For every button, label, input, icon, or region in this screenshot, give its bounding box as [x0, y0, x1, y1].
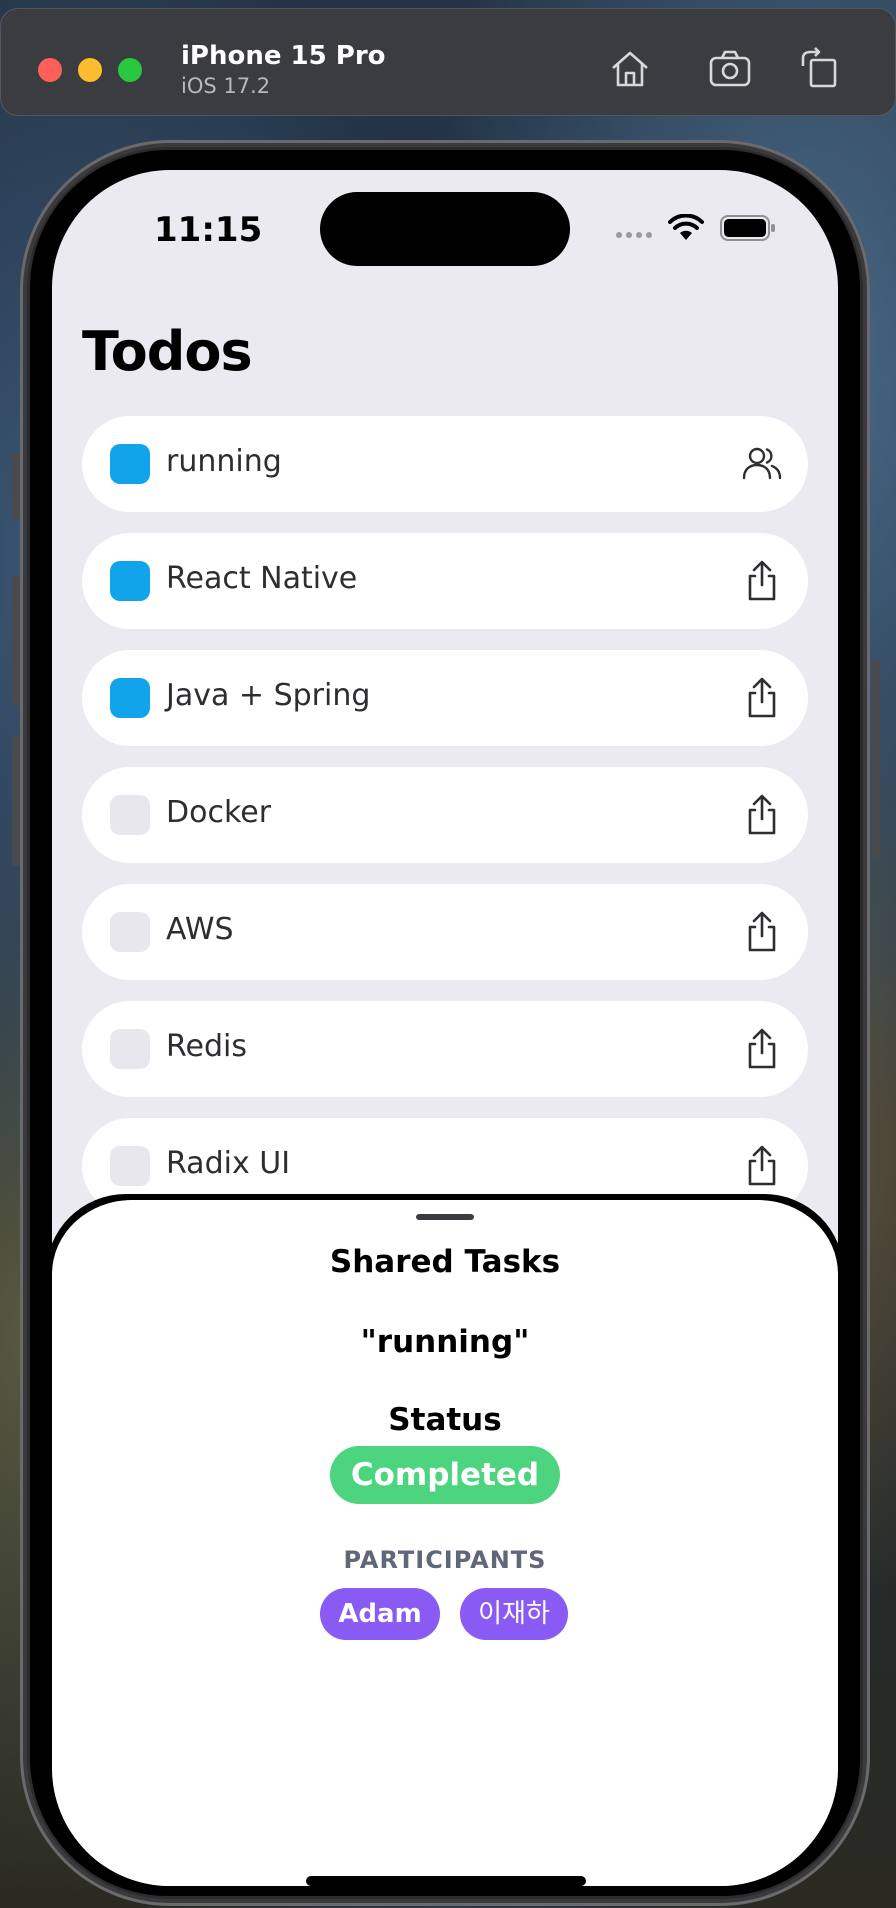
todo-label: running: [166, 444, 282, 479]
page-title: Todos: [82, 320, 253, 383]
todo-label: Redis: [166, 1029, 247, 1064]
share-icon[interactable]: [740, 1144, 784, 1188]
minimize-window-button[interactable]: [78, 58, 102, 82]
share-icon[interactable]: [740, 1027, 784, 1071]
share-icon[interactable]: [740, 559, 784, 603]
status-badge: Completed: [330, 1446, 560, 1504]
zoom-window-button[interactable]: [118, 58, 142, 82]
share-icon[interactable]: [740, 910, 784, 954]
home-indicator[interactable]: [306, 1876, 586, 1886]
power-button: [872, 660, 880, 860]
todo-checkbox[interactable]: [110, 678, 150, 718]
volume-up-button: [12, 576, 20, 706]
todo-list: running React Native Java + Spring Docker AW…: [82, 416, 808, 1235]
action-button: [12, 452, 20, 520]
share-icon[interactable]: [740, 676, 784, 720]
dynamic-island: [320, 192, 570, 266]
todo-checkbox[interactable]: [110, 1146, 150, 1186]
todo-label: React Native: [166, 561, 358, 596]
status-time: 11:15: [154, 210, 263, 250]
shared-tasks-sheet: Shared Tasks "running" Status Completed …: [52, 1194, 838, 1886]
status-label: Status: [388, 1402, 502, 1438]
sheet-task-name: "running": [360, 1324, 530, 1360]
wifi-icon: [668, 214, 704, 240]
todo-row[interactable]: AWS: [82, 884, 808, 980]
todo-row[interactable]: Docker: [82, 767, 808, 863]
device-screen: 11:15 Todos running React Native Java + Sp…: [52, 170, 838, 1886]
rotate-icon[interactable]: [797, 46, 843, 92]
participant-chip: Adam: [320, 1588, 440, 1640]
todo-label: Docker: [166, 795, 272, 830]
todo-row[interactable]: running: [82, 416, 808, 512]
todo-label: Java + Spring: [166, 678, 371, 713]
screenshot-icon[interactable]: [707, 46, 753, 92]
share-icon[interactable]: [740, 793, 784, 837]
todo-row[interactable]: Java + Spring: [82, 650, 808, 746]
participants-icon[interactable]: [740, 442, 784, 486]
simulator-titlebar: iPhone 15 Pro iOS 17.2: [0, 8, 896, 116]
participants-label: PARTICIPANTS: [343, 1546, 547, 1574]
todo-checkbox[interactable]: [110, 444, 150, 484]
battery-icon: [720, 215, 775, 241]
todo-checkbox[interactable]: [110, 561, 150, 601]
home-icon[interactable]: [607, 46, 653, 92]
sheet-title: Shared Tasks: [329, 1244, 561, 1280]
todo-checkbox[interactable]: [110, 795, 150, 835]
volume-down-button: [12, 736, 20, 866]
cellular-signal-icon: [616, 232, 652, 238]
todo-checkbox[interactable]: [110, 1029, 150, 1069]
todo-label: Radix UI: [166, 1146, 291, 1181]
device-name: iPhone 15 Pro: [181, 41, 386, 71]
close-window-button[interactable]: [38, 58, 62, 82]
todo-checkbox[interactable]: [110, 912, 150, 952]
todo-row[interactable]: React Native: [82, 533, 808, 629]
participant-chip: 이재하: [460, 1588, 568, 1640]
os-version: iOS 17.2: [181, 74, 271, 98]
todo-label: AWS: [166, 912, 234, 947]
todo-row[interactable]: Redis: [82, 1001, 808, 1097]
sheet-grabber[interactable]: [416, 1214, 474, 1220]
